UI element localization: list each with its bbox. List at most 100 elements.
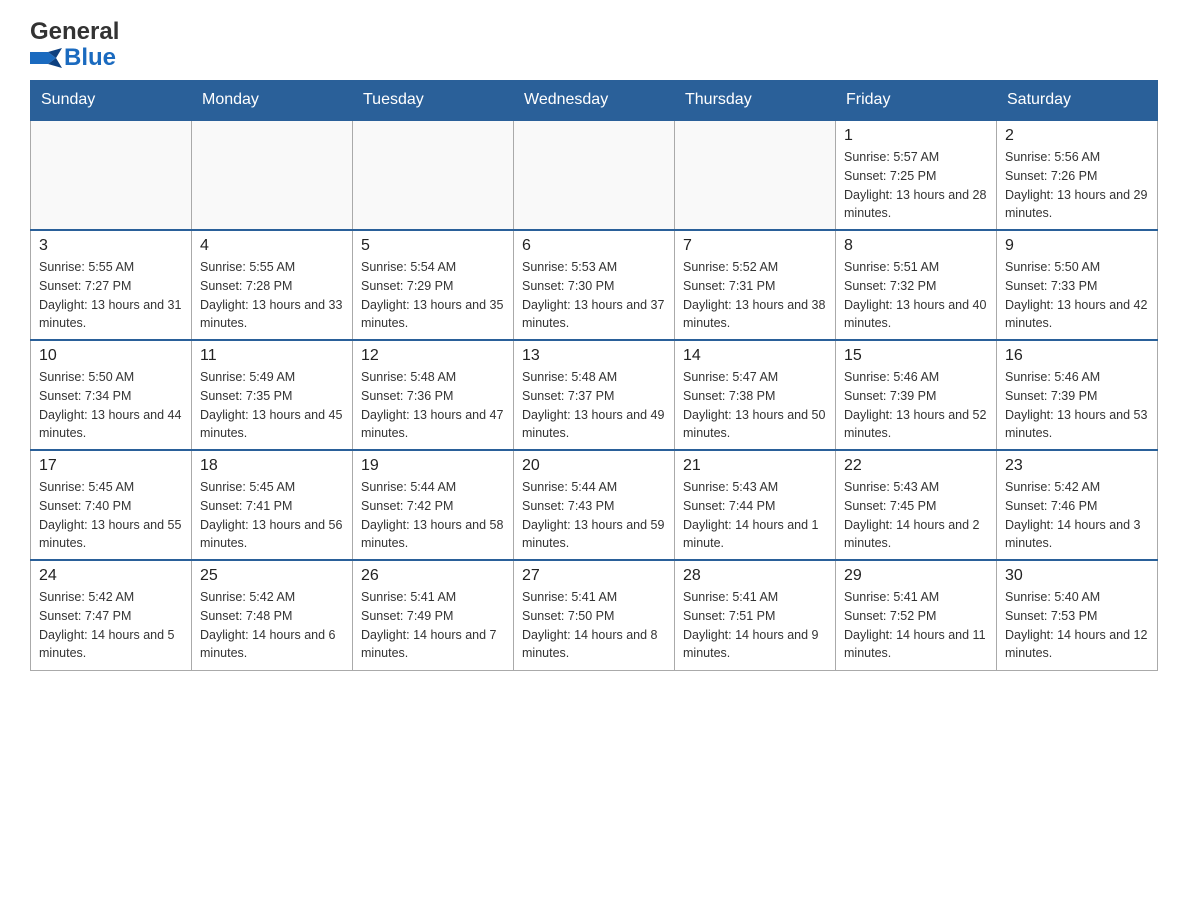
day-number: 2 [1005, 127, 1149, 145]
calendar-cell: 10 Sunrise: 5:50 AMSunset: 7:34 PMDayligh… [31, 340, 192, 450]
day-info: Sunrise: 5:45 AMSunset: 7:40 PMDaylight:… [39, 478, 183, 553]
calendar-table: SundayMondayTuesdayWednesdayThursdayFrid… [30, 80, 1158, 671]
calendar-cell: 17 Sunrise: 5:45 AMSunset: 7:40 PMDayligh… [31, 450, 192, 560]
day-number: 20 [522, 457, 666, 475]
column-header-monday: Monday [192, 81, 353, 121]
calendar-cell: 3 Sunrise: 5:55 AMSunset: 7:27 PMDaylight… [31, 230, 192, 340]
day-info: Sunrise: 5:53 AMSunset: 7:30 PMDaylight:… [522, 258, 666, 333]
day-info: Sunrise: 5:43 AMSunset: 7:45 PMDaylight:… [844, 478, 988, 553]
calendar-week-row: 10 Sunrise: 5:50 AMSunset: 7:34 PMDayligh… [31, 340, 1158, 450]
day-info: Sunrise: 5:45 AMSunset: 7:41 PMDaylight:… [200, 478, 344, 553]
day-info: Sunrise: 5:51 AMSunset: 7:32 PMDaylight:… [844, 258, 988, 333]
day-info: Sunrise: 5:42 AMSunset: 7:46 PMDaylight:… [1005, 478, 1149, 553]
day-info: Sunrise: 5:43 AMSunset: 7:44 PMDaylight:… [683, 478, 827, 553]
day-info: Sunrise: 5:52 AMSunset: 7:31 PMDaylight:… [683, 258, 827, 333]
day-info: Sunrise: 5:50 AMSunset: 7:34 PMDaylight:… [39, 368, 183, 443]
day-info: Sunrise: 5:42 AMSunset: 7:47 PMDaylight:… [39, 588, 183, 663]
column-header-friday: Friday [836, 81, 997, 121]
day-number: 23 [1005, 457, 1149, 475]
day-number: 10 [39, 347, 183, 365]
logo-mark: General Blue [30, 20, 119, 70]
day-info: Sunrise: 5:44 AMSunset: 7:42 PMDaylight:… [361, 478, 505, 553]
day-number: 17 [39, 457, 183, 475]
calendar-cell [353, 120, 514, 230]
day-number: 13 [522, 347, 666, 365]
day-info: Sunrise: 5:41 AMSunset: 7:51 PMDaylight:… [683, 588, 827, 663]
calendar-cell: 5 Sunrise: 5:54 AMSunset: 7:29 PMDaylight… [353, 230, 514, 340]
calendar-cell [675, 120, 836, 230]
column-header-sunday: Sunday [31, 81, 192, 121]
day-info: Sunrise: 5:46 AMSunset: 7:39 PMDaylight:… [1005, 368, 1149, 443]
calendar-cell: 20 Sunrise: 5:44 AMSunset: 7:43 PMDayligh… [514, 450, 675, 560]
day-number: 27 [522, 567, 666, 585]
day-info: Sunrise: 5:54 AMSunset: 7:29 PMDaylight:… [361, 258, 505, 333]
calendar-cell: 1Sunrise: 5:57 AMSunset: 7:25 PMDaylight… [836, 120, 997, 230]
day-info: Sunrise: 5:41 AMSunset: 7:52 PMDaylight:… [844, 588, 988, 663]
calendar-cell: 23 Sunrise: 5:42 AMSunset: 7:46 PMDayligh… [997, 450, 1158, 560]
day-info: Sunrise: 5:47 AMSunset: 7:38 PMDaylight:… [683, 368, 827, 443]
day-number: 3 [39, 237, 183, 255]
day-info: Sunrise: 5:49 AMSunset: 7:35 PMDaylight:… [200, 368, 344, 443]
calendar-week-row: 17 Sunrise: 5:45 AMSunset: 7:40 PMDayligh… [31, 450, 1158, 560]
calendar-header-row: SundayMondayTuesdayWednesdayThursdayFrid… [31, 81, 1158, 121]
page-header: General Blue [30, 20, 1158, 70]
column-header-tuesday: Tuesday [353, 81, 514, 121]
day-number: 30 [1005, 567, 1149, 585]
calendar-cell: 24 Sunrise: 5:42 AMSunset: 7:47 PMDayligh… [31, 560, 192, 670]
calendar-cell [514, 120, 675, 230]
day-info: Sunrise: 5:46 AMSunset: 7:39 PMDaylight:… [844, 368, 988, 443]
day-number: 12 [361, 347, 505, 365]
day-number: 8 [844, 237, 988, 255]
calendar-cell: 18 Sunrise: 5:45 AMSunset: 7:41 PMDayligh… [192, 450, 353, 560]
calendar-cell: 19 Sunrise: 5:44 AMSunset: 7:42 PMDayligh… [353, 450, 514, 560]
day-number: 5 [361, 237, 505, 255]
calendar-cell: 6 Sunrise: 5:53 AMSunset: 7:30 PMDaylight… [514, 230, 675, 340]
calendar-cell: 13 Sunrise: 5:48 AMSunset: 7:37 PMDayligh… [514, 340, 675, 450]
calendar-cell [192, 120, 353, 230]
calendar-cell: 8 Sunrise: 5:51 AMSunset: 7:32 PMDaylight… [836, 230, 997, 340]
day-number: 18 [200, 457, 344, 475]
day-info: Sunrise: 5:40 AMSunset: 7:53 PMDaylight:… [1005, 588, 1149, 663]
logo-triangle [30, 48, 62, 68]
calendar-cell: 7 Sunrise: 5:52 AMSunset: 7:31 PMDaylight… [675, 230, 836, 340]
calendar-cell: 4Sunrise: 5:55 AMSunset: 7:28 PMDaylight… [192, 230, 353, 340]
day-info: Sunrise: 5:50 AMSunset: 7:33 PMDaylight:… [1005, 258, 1149, 333]
calendar-cell: 2Sunrise: 5:56 AMSunset: 7:26 PMDaylight… [997, 120, 1158, 230]
day-number: 9 [1005, 237, 1149, 255]
calendar-week-row: 3 Sunrise: 5:55 AMSunset: 7:27 PMDaylight… [31, 230, 1158, 340]
day-number: 1 [844, 127, 988, 145]
day-info: Sunrise: 5:48 AMSunset: 7:37 PMDaylight:… [522, 368, 666, 443]
day-number: 24 [39, 567, 183, 585]
calendar-cell: 9 Sunrise: 5:50 AMSunset: 7:33 PMDaylight… [997, 230, 1158, 340]
calendar-cell: 21 Sunrise: 5:43 AMSunset: 7:44 PMDayligh… [675, 450, 836, 560]
calendar-cell: 11 Sunrise: 5:49 AMSunset: 7:35 PMDayligh… [192, 340, 353, 450]
day-number: 29 [844, 567, 988, 585]
day-number: 22 [844, 457, 988, 475]
calendar-week-row: 24 Sunrise: 5:42 AMSunset: 7:47 PMDayligh… [31, 560, 1158, 670]
calendar-cell: 22 Sunrise: 5:43 AMSunset: 7:45 PMDayligh… [836, 450, 997, 560]
column-header-wednesday: Wednesday [514, 81, 675, 121]
day-info: Sunrise: 5:55 AMSunset: 7:27 PMDaylight:… [39, 258, 183, 333]
day-number: 19 [361, 457, 505, 475]
calendar-cell: 16 Sunrise: 5:46 AMSunset: 7:39 PMDayligh… [997, 340, 1158, 450]
day-info: Sunrise: 5:48 AMSunset: 7:36 PMDaylight:… [361, 368, 505, 443]
calendar-cell: 30 Sunrise: 5:40 AMSunset: 7:53 PMDayligh… [997, 560, 1158, 670]
day-number: 16 [1005, 347, 1149, 365]
calendar-cell: 27 Sunrise: 5:41 AMSunset: 7:50 PMDayligh… [514, 560, 675, 670]
calendar-cell [31, 120, 192, 230]
day-number: 7 [683, 237, 827, 255]
day-number: 6 [522, 237, 666, 255]
day-number: 25 [200, 567, 344, 585]
day-info: Sunrise: 5:55 AMSunset: 7:28 PMDaylight:… [200, 258, 344, 333]
day-number: 11 [200, 347, 344, 365]
day-info: Sunrise: 5:41 AMSunset: 7:50 PMDaylight:… [522, 588, 666, 663]
day-info: Sunrise: 5:42 AMSunset: 7:48 PMDaylight:… [200, 588, 344, 663]
day-info: Sunrise: 5:44 AMSunset: 7:43 PMDaylight:… [522, 478, 666, 553]
day-number: 26 [361, 567, 505, 585]
calendar-cell: 26Sunrise: 5:41 AMSunset: 7:49 PMDayligh… [353, 560, 514, 670]
calendar-cell: 28 Sunrise: 5:41 AMSunset: 7:51 PMDayligh… [675, 560, 836, 670]
logo: General Blue [30, 20, 119, 70]
day-number: 28 [683, 567, 827, 585]
calendar-cell: 29 Sunrise: 5:41 AMSunset: 7:52 PMDayligh… [836, 560, 997, 670]
day-number: 21 [683, 457, 827, 475]
